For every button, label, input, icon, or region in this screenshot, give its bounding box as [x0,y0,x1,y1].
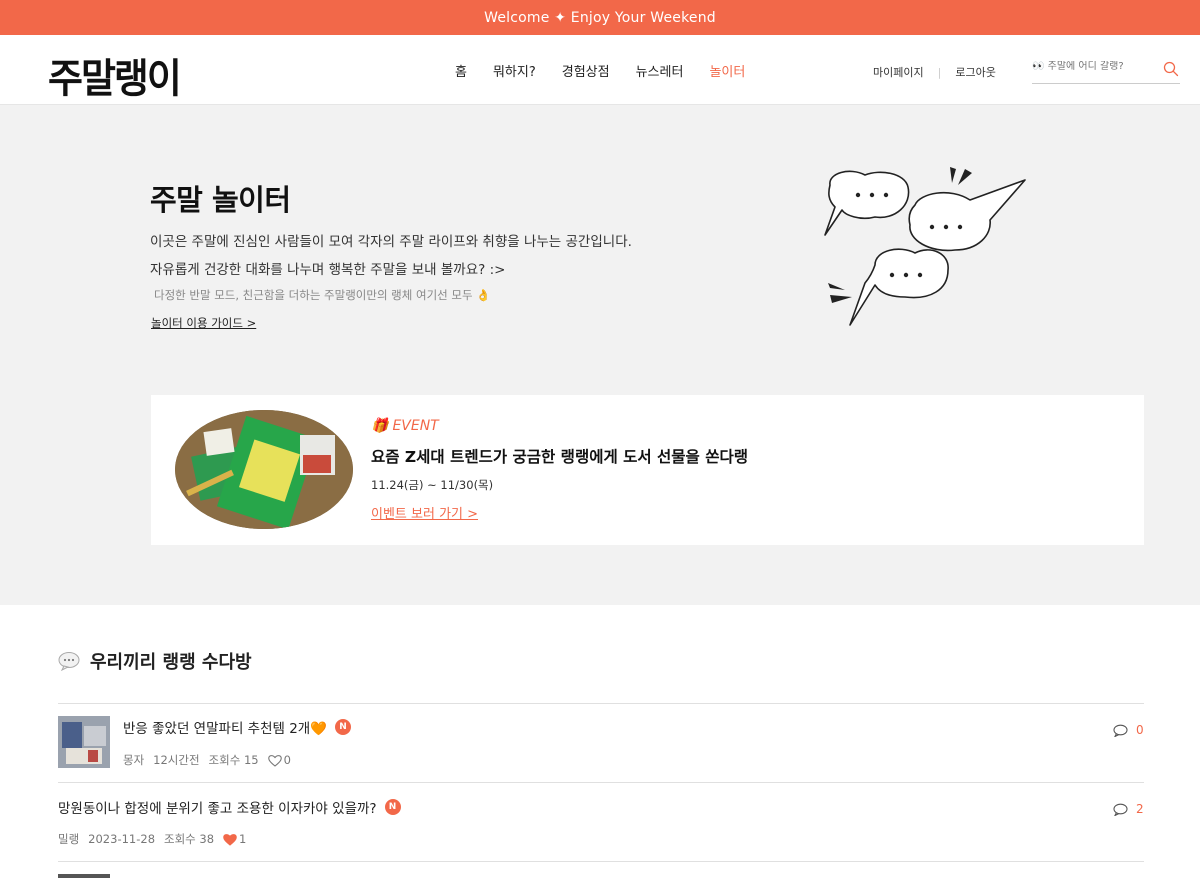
comment-count[interactable]: 0 [1113,723,1144,737]
heart-outline-icon [267,754,282,767]
post-title[interactable]: 반응 좋았던 연말파티 추천템 2개🧡 N [123,717,352,737]
event-tag-label: EVENT [392,418,439,434]
welcome-text: Welcome ✦ Enjoy Your Weekend [484,9,716,26]
user-menu: 마이페이지 | 로그아웃 [873,64,996,80]
event-link[interactable]: 이벤트 보러 가기 > [371,503,478,522]
gift-icon: 🎁 [371,418,389,434]
search-input[interactable] [1032,61,1160,72]
event-tag: 🎁 EVENT [371,418,439,434]
event-image[interactable] [175,410,353,529]
post-title-text: 반응 좋았던 연말파티 추천템 2개🧡 [123,721,328,737]
comment-count-value: 0 [1136,723,1144,737]
search-icon[interactable] [1163,61,1179,77]
speech-bubbles-illustration [824,167,1026,326]
post-time: 2023-11-28 [88,832,156,846]
like-button[interactable]: 0 [267,753,291,767]
post-meta: 밀랭 2023-11-28 조회수 38 1 [58,831,246,847]
post-thumbnail[interactable] [58,716,110,768]
post-time: 12시간전 [153,753,200,767]
post-author: 몽자 [123,753,145,767]
post-views: 조회수 15 [208,753,259,767]
nav-item-playground[interactable]: 놀이터 [709,61,745,80]
nav-item-experience-shop[interactable]: 경험상점 [562,61,610,80]
event-card[interactable]: 🎁 EVENT 요즘 Z세대 트렌드가 궁금한 랭랭에게 도서 선물을 쏜다랭 … [151,395,1144,545]
post-title[interactable]: 망원동이나 합정에 분위기 좋고 조용한 이자카야 있을까? N [58,797,401,817]
event-book-photo [175,410,353,529]
nav-item-home[interactable]: 홈 [455,61,467,80]
comment-count[interactable]: 2 [1113,802,1144,816]
post-views: 조회수 38 [164,832,215,846]
logout-link[interactable]: 로그아웃 [955,64,995,80]
speech-bubble-icon [58,652,80,671]
nav-item-newsletter[interactable]: 뉴스레터 [636,61,684,80]
site-logo[interactable]: 주말랭이 [48,46,182,104]
hero-description-1: 이곳은 주말에 진심인 사람들이 모여 각자의 주말 라이프와 취향을 나누는 … [150,234,632,250]
hero-note: 다정한 반말 모드, 친근함을 더하는 주말랭이만의 랭체 여기선 모두 👌 [154,288,491,302]
main-nav: 홈 뭐하지? 경험상점 뉴스레터 놀이터 [455,61,771,80]
nav-item-what-to-do[interactable]: 뭐하지? [493,61,536,80]
comment-icon [1113,803,1128,816]
comment-icon [1113,724,1128,737]
site-header: 주말랭이 홈 뭐하지? 경험상점 뉴스레터 놀이터 마이페이지 | 로그아웃 [0,35,1200,105]
like-button[interactable]: 1 [223,832,246,846]
menu-divider: | [937,65,942,79]
divider [58,703,1144,704]
guide-link[interactable]: 놀이터 이용 가이드 > [151,315,256,331]
heart-filled-icon [223,833,237,846]
post-thumbnail-image [58,716,110,768]
new-badge: N [335,719,352,735]
page-title: 주말 놀이터 [150,183,291,217]
board-section-title: 우리끼리 랭랭 수다방 [58,648,252,674]
board-title-text: 우리끼리 랭랭 수다방 [90,652,252,673]
event-title[interactable]: 요즘 Z세대 트렌드가 궁금한 랭랭에게 도서 선물을 쏜다랭 [371,445,748,467]
mypage-link[interactable]: 마이페이지 [873,64,924,80]
post-meta: 몽자 12시간전 조회수 15 0 [123,752,291,768]
welcome-banner: Welcome ✦ Enjoy Your Weekend [0,0,1200,35]
hero-description-2: 자유롭게 건강한 대화를 나누며 행복한 주말을 보내 볼까요? :> [150,262,506,278]
like-count: 1 [239,832,247,846]
new-badge: N [384,799,401,815]
post-title-text: 망원동이나 합정에 분위기 좋고 조용한 이자카야 있을까? [58,801,377,817]
comment-count-value: 2 [1136,802,1144,816]
divider [58,861,1144,862]
event-date: 11.24(금) ~ 11/30(목) [371,478,494,492]
hero-section: 주말 놀이터 이곳은 주말에 진심인 사람들이 모여 각자의 주말 라이프와 취… [0,105,1200,605]
like-count: 0 [283,753,291,767]
post-author: 밀랭 [58,832,80,846]
divider [58,782,1144,783]
post-thumbnail[interactable] [58,874,110,878]
